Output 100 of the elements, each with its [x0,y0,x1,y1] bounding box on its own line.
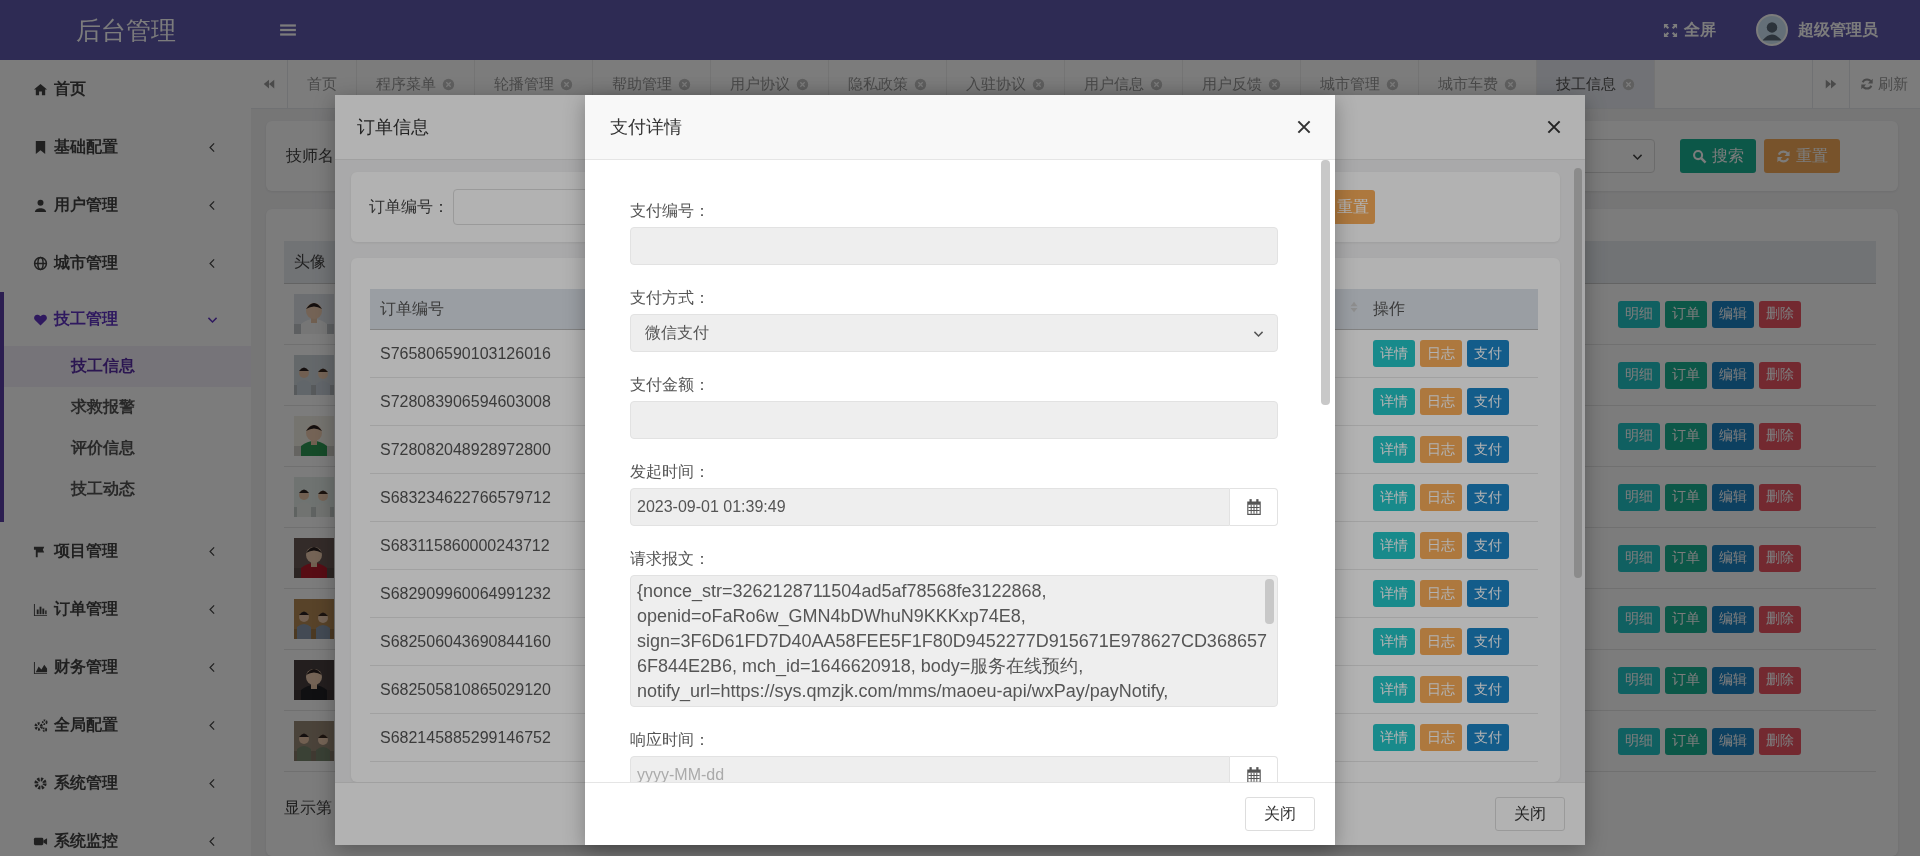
info-button[interactable]: 详情 [1373,532,1415,559]
warning-button[interactable]: 日志 [1420,580,1462,607]
info-button[interactable]: 详情 [1373,676,1415,703]
close-button[interactable]: 关闭 [1245,797,1315,831]
close-button[interactable] [1295,118,1313,136]
sidebar-item[interactable]: 用户管理 [0,176,251,234]
success-button[interactable]: 订单 [1665,483,1707,511]
primary-button[interactable]: 编辑 [1712,483,1754,511]
primary-button[interactable]: 支付 [1467,580,1509,607]
input-field[interactable] [630,401,1278,439]
success-button[interactable]: 订单 [1665,605,1707,633]
sidebar-item[interactable]: 技工管理 [4,292,251,346]
primary-button[interactable]: 编辑 [1712,544,1754,572]
close-icon [1268,77,1281,91]
danger-button[interactable]: 删除 [1759,361,1801,389]
info-button[interactable]: 明细 [1618,727,1660,755]
info-button[interactable]: 详情 [1373,340,1415,367]
danger-button[interactable]: 删除 [1759,300,1801,328]
warning-button[interactable]: 日志 [1420,340,1462,367]
primary-button[interactable]: 支付 [1467,340,1509,367]
sidebar-item[interactable]: 财务管理 [0,638,251,696]
info-button[interactable]: 详情 [1373,580,1415,607]
success-button[interactable]: 订单 [1665,666,1707,694]
tab[interactable]: 技工信息 [1537,60,1655,108]
success-button[interactable]: 订单 [1665,727,1707,755]
user-avatar-icon[interactable] [1756,14,1788,46]
primary-button[interactable]: 编辑 [1712,727,1754,755]
success-button[interactable]: 订单 [1665,422,1707,450]
danger-button[interactable]: 删除 [1759,727,1801,755]
warning-button[interactable]: 日志 [1420,388,1462,415]
sidebar-subitem[interactable]: 评价信息 [4,428,251,469]
warning-button[interactable]: 日志 [1420,628,1462,655]
warning-button[interactable]: 日志 [1420,484,1462,511]
sidebar-item[interactable]: 项目管理 [0,522,251,580]
danger-button[interactable]: 删除 [1759,544,1801,572]
sidebar-item[interactable]: 全局配置 [0,696,251,754]
sidebar-item[interactable]: 基础配置 [0,118,251,176]
warning-button[interactable]: 日志 [1420,676,1462,703]
primary-button[interactable]: 支付 [1467,676,1509,703]
primary-button[interactable]: 支付 [1467,628,1509,655]
danger-button[interactable]: 删除 [1759,483,1801,511]
sidebar-item[interactable]: 系统监控 [0,812,251,856]
input-field[interactable] [630,227,1278,265]
warning-button[interactable]: 日志 [1420,532,1462,559]
close-button[interactable]: 关闭 [1495,797,1565,831]
info-button[interactable]: 明细 [1618,666,1660,694]
sidebar-item[interactable]: 订单管理 [0,580,251,638]
calendar-button[interactable] [1230,488,1278,526]
refresh-icon [1776,148,1791,164]
info-button[interactable]: 明细 [1618,422,1660,450]
success-button[interactable]: 订单 [1665,544,1707,572]
info-button[interactable]: 明细 [1618,483,1660,511]
scrollbar[interactable] [1321,160,1330,405]
info-button[interactable]: 详情 [1373,724,1415,751]
close-button[interactable] [1545,118,1563,136]
info-button[interactable]: 详情 [1373,436,1415,463]
info-button[interactable]: 详情 [1373,388,1415,415]
primary-button[interactable]: 支付 [1467,532,1509,559]
sidebar-subitem[interactable]: 技工信息 [4,346,251,387]
primary-button[interactable]: 支付 [1467,484,1509,511]
info-button[interactable]: 明细 [1618,544,1660,572]
app-title: 后台管理 [74,14,177,46]
primary-button[interactable]: 支付 [1467,436,1509,463]
area-chart-icon [33,659,48,675]
info-button[interactable]: 明细 [1618,300,1660,328]
menu-button[interactable] [279,21,297,39]
danger-button[interactable]: 删除 [1759,422,1801,450]
reset-button[interactable]: 重置 [1764,139,1840,173]
globe-icon [33,255,48,271]
info-button[interactable]: 明细 [1618,361,1660,389]
sidebar-item[interactable]: 系统管理 [0,754,251,812]
sidebar-item[interactable]: 城市管理 [0,234,251,292]
info-button[interactable]: 明细 [1618,605,1660,633]
column-header: 头像 [294,251,326,272]
fullscreen-button[interactable]: 全屏 [1663,19,1716,41]
success-button[interactable]: 订单 [1665,300,1707,328]
primary-button[interactable]: 编辑 [1712,300,1754,328]
scrollbar[interactable] [1574,168,1582,578]
text-area[interactable]: {nonce_str=3262128711504ad5af78568fe3122868, openid=oFaRo6w_GMN4bDWhuN9KKKxp74E8, sign=3F6D61FD7D40AA58FEE5F1F80D9452277D915671E978627CD3686576F844E2B6, mch_id=1646620918, body=服务在线预约, notify_url=https://sys.qmzjk.com/mms/maoeu-api/wxPay/payNotify, [630,575,1278,707]
warning-button[interactable]: 日志 [1420,724,1462,751]
primary-button[interactable]: 编辑 [1712,666,1754,694]
primary-button[interactable]: 支付 [1467,388,1509,415]
sidebar-subitem[interactable]: 求救报警 [4,387,251,428]
primary-button[interactable]: 支付 [1467,724,1509,751]
info-button[interactable]: 详情 [1373,484,1415,511]
info-button[interactable]: 详情 [1373,628,1415,655]
select-field[interactable]: 微信支付 [630,314,1278,352]
search-button[interactable]: 搜索 [1680,139,1756,173]
user-icon [33,197,48,213]
primary-button[interactable]: 编辑 [1712,361,1754,389]
sidebar-subitem[interactable]: 技工动态 [4,469,251,510]
date-field[interactable]: 2023-09-01 01:39:49 [630,488,1230,526]
danger-button[interactable]: 删除 [1759,666,1801,694]
warning-button[interactable]: 日志 [1420,436,1462,463]
primary-button[interactable]: 编辑 [1712,605,1754,633]
sidebar-item[interactable]: 首页 [0,60,251,118]
success-button[interactable]: 订单 [1665,361,1707,389]
user-name[interactable]: 超级管理员 [1798,19,1878,41]
primary-button[interactable]: 编辑 [1712,422,1754,450]
danger-button[interactable]: 删除 [1759,605,1801,633]
